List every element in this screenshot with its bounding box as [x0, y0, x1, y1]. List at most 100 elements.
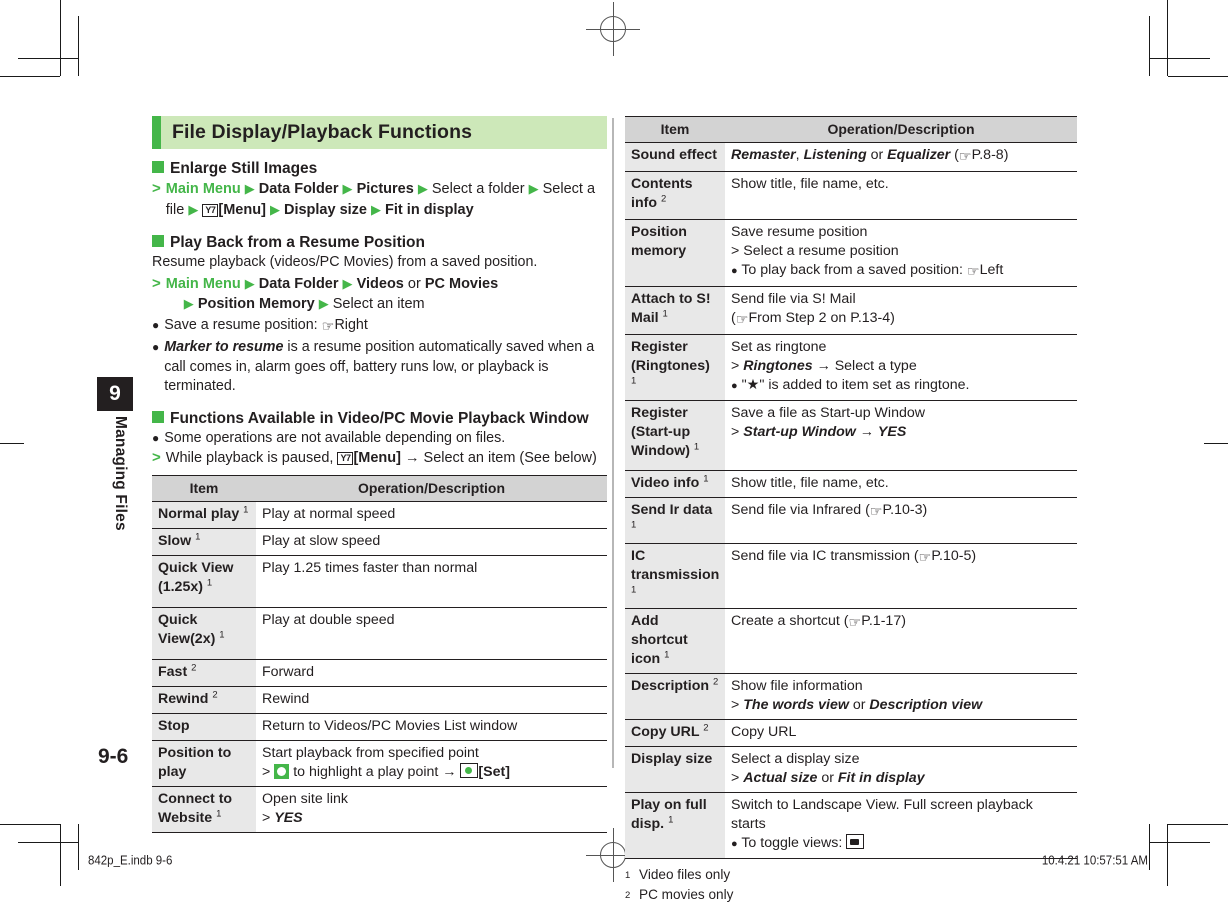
- table-header-item: Item: [625, 116, 725, 143]
- table-row: Normal play 1 Play at normal speed: [152, 501, 607, 529]
- table-cell-desc: Copy URL: [725, 719, 1077, 747]
- pointing-hand-icon: ☞: [918, 550, 932, 566]
- table-row: Copy URL 2 Copy URL: [625, 719, 1077, 747]
- bullet-dot-icon: ●: [152, 430, 160, 445]
- table-row: Display size Select a display size > Act…: [625, 746, 1077, 793]
- footnote-marker: 2: [212, 688, 218, 700]
- footnote-marker: 1: [664, 649, 670, 661]
- step-actual-size: Actual size: [743, 770, 818, 786]
- table-header-item: Item: [152, 474, 256, 502]
- pointing-hand-icon: ☞: [321, 318, 335, 335]
- footnote-marker: 1: [668, 814, 674, 826]
- step-arrow-icon: >: [731, 697, 740, 713]
- table-cell-item: Position memory: [625, 219, 725, 287]
- footnote-marker: 1: [195, 530, 201, 542]
- table-cell-desc: Send file via IC transmission (☞P.10-5): [725, 543, 1077, 609]
- table-row: Quick View (1.25x) 1 Play 1.25 times fas…: [152, 555, 607, 608]
- step-menu-label: [Menu]: [353, 450, 401, 466]
- yahoo-menu-key-icon: Y7: [202, 203, 219, 217]
- step-arrow-icon: >: [152, 449, 161, 466]
- print-footer-filename: 842p_E.indb 9-6: [88, 854, 173, 868]
- right-column: Item Operation/Description Sound effect …: [625, 116, 1077, 905]
- table-row: Slow 1 Play at slow speed: [152, 528, 607, 556]
- crop-mark: [60, 0, 61, 76]
- table-cell-item: Register (Ringtones) 1: [625, 334, 725, 401]
- footnote-item: 2 PC movies only: [625, 885, 1077, 905]
- table-header-operation: Operation/Description: [725, 116, 1077, 143]
- table-cell-desc: Rewind: [256, 686, 607, 714]
- table-cell-item: Video info 1: [625, 470, 725, 498]
- step-suffix: Select an item (See below): [419, 450, 597, 466]
- crop-mark: [0, 76, 60, 77]
- page-number: 9-6: [98, 745, 129, 768]
- subsection-heading-play-back-resume: Play Back from a Resume Position: [152, 233, 607, 252]
- table-cell-item: IC transmission 1: [625, 543, 725, 609]
- crop-mark: [1168, 824, 1228, 825]
- footnote-marker: 1: [216, 807, 222, 819]
- step-fit-in-display: Fit in display: [385, 201, 474, 218]
- subsection-heading-label: Functions Available in Video/PC Movie Pl…: [170, 409, 589, 427]
- crop-mark: [0, 443, 24, 444]
- table-cell-item: Slow 1: [152, 528, 256, 556]
- chevron-right-icon: ▶: [318, 296, 329, 311]
- subsection-heading-label: Play Back from a Resume Position: [170, 234, 425, 251]
- table-cell-desc: Remaster, Listening or Equalizer (☞P.8-8…: [725, 142, 1077, 172]
- star-icon: ★: [746, 377, 760, 393]
- step-arrow-icon: >: [262, 763, 271, 780]
- step-sequence-paused: > While playback is paused, Y7 [Menu] → S…: [152, 448, 607, 469]
- column-divider: [612, 118, 614, 768]
- footnote-marker: 1: [631, 584, 637, 596]
- desc-text: Send file via IC transmission (: [731, 548, 919, 564]
- table-cell-desc: Forward: [256, 659, 607, 687]
- footnote-marker: 1: [631, 375, 637, 387]
- crop-mark: [1149, 16, 1150, 76]
- page-ref: P.10-5: [931, 548, 972, 564]
- table-cell-desc: Select a display size > Actual size or F…: [725, 746, 1077, 793]
- table-cell-desc: Send file via Infrared (☞P.10-3): [725, 497, 1077, 544]
- set-label: [Set]: [478, 763, 510, 780]
- table-cell-item: Connect to Website 1: [152, 786, 256, 833]
- step-videos: Videos: [356, 275, 404, 292]
- bullet-term: Marker to resume: [164, 339, 284, 355]
- table-row: Description 2 Show file information > Th…: [625, 673, 1077, 720]
- footnote-marker: 1: [219, 628, 225, 640]
- step-arrow-icon: >: [731, 424, 740, 440]
- bullet-marker-to-resume: ● Marker to resume is a resume position …: [152, 338, 607, 397]
- step-arrow-icon: >: [731, 243, 740, 259]
- table-header-row: Item Operation/Description: [625, 116, 1077, 143]
- print-footer: 842p_E.indb 9-6 10.4.21 10:57:51 AM: [0, 848, 1228, 878]
- table-cell-desc: Create a shortcut (☞P.1-17): [725, 608, 1077, 674]
- table-cell-item: Register (Start-up Window) 1: [625, 400, 725, 471]
- table-cell-item: Fast 2: [152, 659, 256, 687]
- table-cell-desc: Start playback from specified point > to…: [256, 740, 607, 787]
- table-cell-item: Stop: [152, 713, 256, 741]
- footnote-marker: 2: [713, 676, 719, 688]
- pointing-hand-icon: ☞: [735, 312, 749, 328]
- table-row: Register (Start-up Window) 1 Save a file…: [625, 400, 1077, 471]
- table-row: IC transmission 1 Send file via IC trans…: [625, 543, 1077, 609]
- intro-paragraph-resume: Resume playback (videos/PC Movies) from …: [152, 254, 538, 270]
- section-title-bar: File Display/Playback Functions: [152, 116, 607, 149]
- step-arrow-icon: >: [731, 358, 740, 374]
- step-pictures: Pictures: [356, 181, 414, 197]
- step-text: Select a resume position: [743, 243, 899, 259]
- value-equalizer: Equalizer: [887, 147, 951, 163]
- table-row: Sound effect Remaster, Listening or Equa…: [625, 142, 1077, 172]
- chapter-number-tab: 9: [97, 377, 133, 411]
- green-square-icon: [152, 410, 164, 423]
- chapter-title-vertical: Managing Files: [112, 416, 129, 531]
- step-ringtones: Ringtones: [743, 358, 813, 374]
- table-row: Quick View(2x) 1 Play at double speed: [152, 607, 607, 660]
- table-header-row: Item Operation/Description: [152, 474, 607, 502]
- pointing-hand-icon: ☞: [848, 615, 862, 631]
- table-cell-item: Quick View (1.25x) 1: [152, 555, 256, 608]
- arrow-right-icon: →: [816, 358, 831, 374]
- step-arrow-icon: >: [152, 274, 161, 292]
- step-select-item: Select an item: [332, 296, 425, 312]
- chevron-right-icon: ▶: [244, 275, 255, 291]
- arrow-right-icon: →: [405, 450, 420, 466]
- chevron-right-icon: ▶: [371, 201, 382, 217]
- table-cell-desc: Open site link > YES: [256, 786, 607, 833]
- step-data-folder: Data Folder: [258, 181, 339, 197]
- bullet-some-operations: ● Some operations are not available depe…: [152, 429, 607, 449]
